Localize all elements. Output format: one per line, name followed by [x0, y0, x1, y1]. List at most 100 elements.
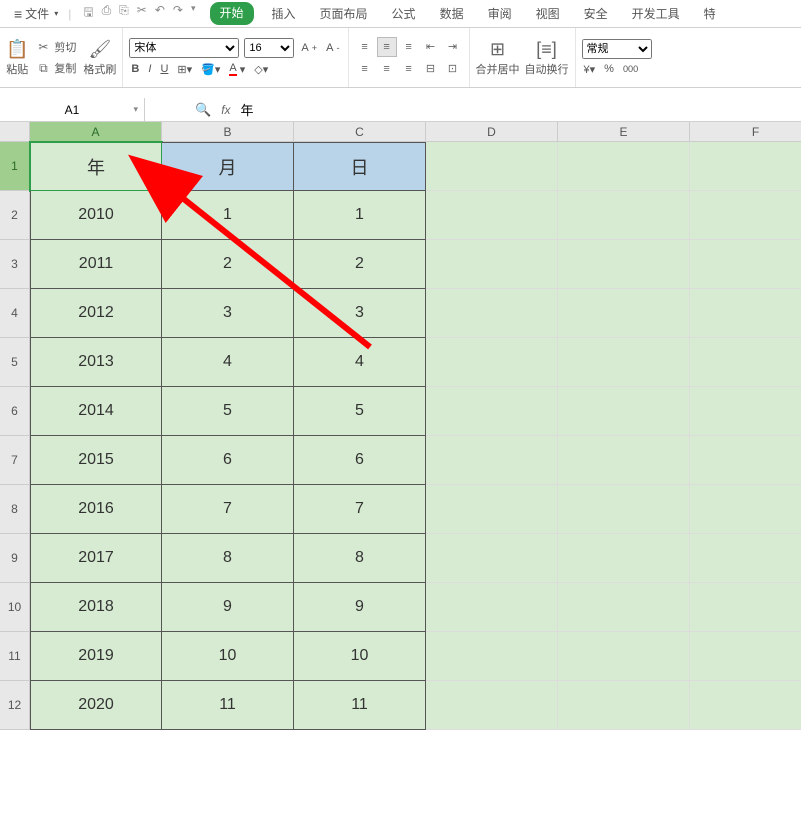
align-bottom-center[interactable]: ≡ — [377, 59, 397, 79]
cell-B8[interactable]: 7 — [162, 485, 294, 534]
fx-icon[interactable]: fx — [221, 103, 230, 117]
select-all-corner[interactable] — [0, 122, 30, 142]
cell-B9[interactable]: 8 — [162, 534, 294, 583]
decrease-font-button[interactable]: A- — [324, 41, 341, 55]
cell-C12[interactable]: 11 — [294, 681, 426, 730]
column-header-F[interactable]: F — [690, 122, 801, 142]
cell-F11[interactable] — [690, 632, 801, 681]
cell-A2[interactable]: 2010 — [30, 191, 162, 240]
cell-B2[interactable]: 1 — [162, 191, 294, 240]
cells-area[interactable]: 年月日2010112011222012332013442014552015662… — [30, 142, 801, 730]
row-header-3[interactable]: 3 — [0, 240, 30, 289]
cell-B3[interactable]: 2 — [162, 240, 294, 289]
column-header-C[interactable]: C — [294, 122, 426, 142]
cell-A10[interactable]: 2018 — [30, 583, 162, 632]
increase-font-button[interactable]: A+ — [299, 41, 319, 55]
cell-D3[interactable] — [426, 240, 558, 289]
cell-A6[interactable]: 2014 — [30, 387, 162, 436]
column-header-A[interactable]: A — [30, 122, 162, 142]
row-header-5[interactable]: 5 — [0, 338, 30, 387]
cell-F1[interactable] — [690, 142, 801, 191]
cell-E10[interactable] — [558, 583, 690, 632]
tab-view[interactable]: 视图 — [530, 2, 566, 25]
cell-D2[interactable] — [426, 191, 558, 240]
column-header-E[interactable]: E — [558, 122, 690, 142]
cell-C11[interactable]: 10 — [294, 632, 426, 681]
cell-E2[interactable] — [558, 191, 690, 240]
cell-C3[interactable]: 2 — [294, 240, 426, 289]
cell-A12[interactable]: 2020 — [30, 681, 162, 730]
name-box[interactable]: ▾ — [0, 98, 145, 121]
cell-A8[interactable]: 2016 — [30, 485, 162, 534]
cell-F7[interactable] — [690, 436, 801, 485]
indent-decrease[interactable]: ⇤ — [421, 37, 441, 57]
cell-E9[interactable] — [558, 534, 690, 583]
cut-button[interactable]: ✂剪切 — [33, 38, 78, 56]
clear-format-button[interactable]: ◇▾ — [252, 62, 270, 77]
tab-start[interactable]: 开始 — [210, 2, 254, 25]
cell-C8[interactable]: 7 — [294, 485, 426, 534]
cell-D11[interactable] — [426, 632, 558, 681]
tab-page-layout[interactable]: 页面布局 — [314, 2, 374, 25]
cell-A1[interactable]: 年 — [30, 142, 162, 191]
cell-C2[interactable]: 1 — [294, 191, 426, 240]
cell-B7[interactable]: 6 — [162, 436, 294, 485]
row-header-1[interactable]: 1 — [0, 142, 30, 191]
align-top-left[interactable]: ≡ — [355, 37, 375, 57]
border-button[interactable]: ⊞▾ — [175, 62, 194, 77]
row-header-7[interactable]: 7 — [0, 436, 30, 485]
formula-input[interactable] — [241, 102, 801, 117]
cell-E5[interactable] — [558, 338, 690, 387]
font-size-select[interactable]: 16 — [244, 38, 294, 58]
font-color-button[interactable]: A▾ — [227, 61, 247, 77]
undo-icon[interactable]: ↶ — [155, 3, 165, 24]
cell-E4[interactable] — [558, 289, 690, 338]
name-box-input[interactable] — [27, 103, 117, 117]
row-header-4[interactable]: 4 — [0, 289, 30, 338]
merge-across[interactable]: ⊟ — [421, 59, 441, 79]
merge-center-button[interactable]: ⊞合并居中 — [476, 39, 520, 77]
row-header-2[interactable]: 2 — [0, 191, 30, 240]
tab-devtools[interactable]: 开发工具 — [626, 2, 686, 25]
cell-F8[interactable] — [690, 485, 801, 534]
cell-E7[interactable] — [558, 436, 690, 485]
percent-button[interactable]: % — [602, 62, 616, 76]
cell-E1[interactable] — [558, 142, 690, 191]
name-box-dropdown-icon[interactable]: ▾ — [133, 104, 138, 115]
print-preview-icon[interactable]: ⎙ — [102, 3, 112, 24]
cell-C7[interactable]: 6 — [294, 436, 426, 485]
format-painter-button[interactable]: 🖌 格式刷 — [83, 39, 116, 77]
print-icon[interactable]: ⎘ — [119, 3, 129, 24]
number-format-select[interactable]: 常规 — [582, 39, 652, 59]
file-menu-button[interactable]: 文件 — [8, 3, 64, 24]
bold-button[interactable]: B — [129, 62, 141, 76]
cell-F5[interactable] — [690, 338, 801, 387]
cell-F12[interactable] — [690, 681, 801, 730]
cell-D4[interactable] — [426, 289, 558, 338]
tab-security[interactable]: 安全 — [578, 2, 614, 25]
cell-F10[interactable] — [690, 583, 801, 632]
align-bottom-right[interactable]: ≡ — [399, 59, 419, 79]
row-header-6[interactable]: 6 — [0, 387, 30, 436]
row-header-10[interactable]: 10 — [0, 583, 30, 632]
indent-increase[interactable]: ⇥ — [443, 37, 463, 57]
cell-D6[interactable] — [426, 387, 558, 436]
qa-dropdown-icon[interactable]: ▾ — [191, 3, 196, 24]
cell-B5[interactable]: 4 — [162, 338, 294, 387]
cell-C10[interactable]: 9 — [294, 583, 426, 632]
cut-icon[interactable]: ✂ — [137, 3, 147, 24]
cell-A7[interactable]: 2015 — [30, 436, 162, 485]
align-top-right[interactable]: ≡ — [399, 37, 419, 57]
cell-D12[interactable] — [426, 681, 558, 730]
cell-D8[interactable] — [426, 485, 558, 534]
cell-F6[interactable] — [690, 387, 801, 436]
cell-C1[interactable]: 日 — [294, 142, 426, 191]
row-header-11[interactable]: 11 — [0, 632, 30, 681]
tab-extra[interactable]: 特 — [698, 2, 722, 25]
currency-button[interactable]: ¥▾ — [582, 62, 598, 77]
fill-color-button[interactable]: 🪣▾ — [199, 62, 222, 77]
magnify-icon[interactable]: 🔍 — [195, 102, 211, 118]
cell-B11[interactable]: 10 — [162, 632, 294, 681]
align-top-center[interactable]: ≡ — [377, 37, 397, 57]
italic-button[interactable]: I — [146, 62, 153, 76]
